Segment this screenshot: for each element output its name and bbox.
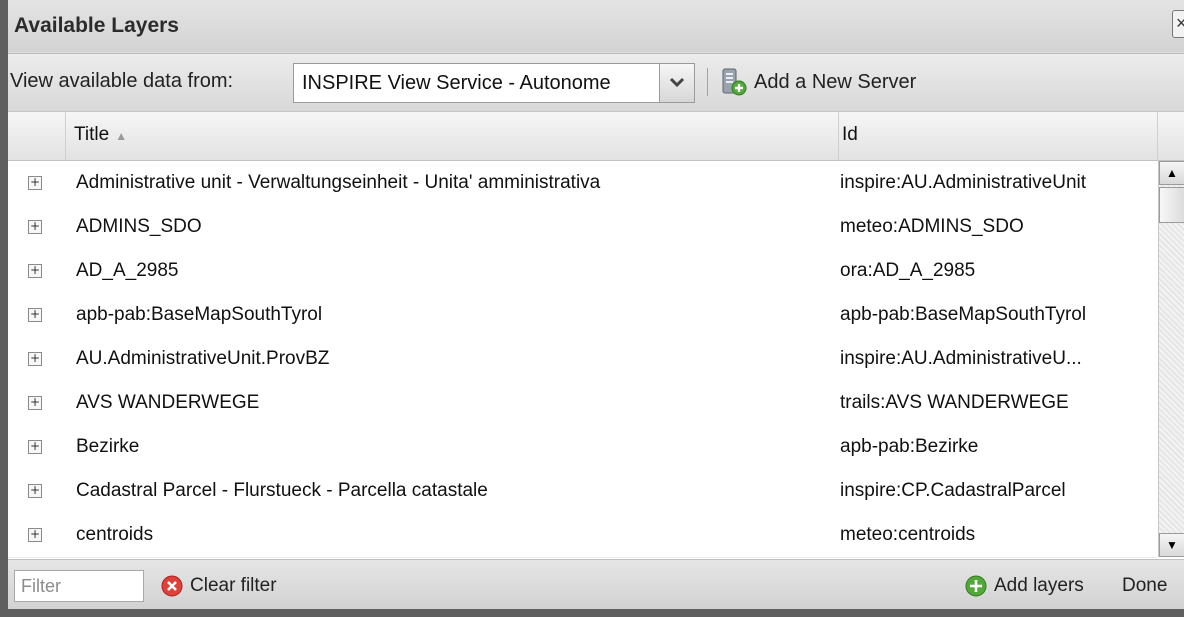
grid-header: Title ▲ Id xyxy=(8,112,1184,161)
layer-title-cell: centroids xyxy=(76,524,154,545)
add-layers-button[interactable]: Add layers xyxy=(964,572,1084,600)
toolbar: View available data from: INSPIRE View S… xyxy=(8,53,1184,113)
layer-id-cell: apb-pab:BaseMapSouthTyrol xyxy=(840,304,1087,325)
window-titlebar[interactable]: Available Layers × xyxy=(8,0,1184,52)
column-header-title[interactable]: Title ▲ xyxy=(66,112,839,160)
done-button[interactable]: Done xyxy=(1122,572,1167,600)
scrollbar-thumb[interactable] xyxy=(1159,187,1184,223)
layer-id-cell: inspire:AU.AdministrativeU... xyxy=(840,348,1082,369)
table-row[interactable]: + AVS WANDERWEGE trails:AVS WANDERWEGE xyxy=(8,381,1157,426)
add-server-button[interactable]: Add a New Server xyxy=(718,65,916,99)
expand-row-icon[interactable]: + xyxy=(28,220,42,234)
add-server-icon xyxy=(722,68,747,96)
server-select[interactable]: INSPIRE View Service - Autonome xyxy=(293,63,695,103)
server-select-trigger[interactable] xyxy=(659,64,694,102)
layer-id-cell: meteo:centroids xyxy=(840,524,976,545)
clear-icon xyxy=(161,575,183,597)
vertical-scrollbar[interactable]: ▲ ▼ xyxy=(1158,161,1184,557)
footer-toolbar: Clear filter Add layers Done xyxy=(8,559,1184,609)
table-row[interactable]: + Administrative unit - Verwaltungseinhei… xyxy=(8,161,1157,206)
layer-id-cell: ora:AD_A_2985 xyxy=(840,260,976,281)
layer-id-cell: inspire:CP.CadastralParcel xyxy=(840,480,1066,501)
layer-id-cell: meteo:ADMINS_SDO xyxy=(840,216,1024,237)
expand-row-icon[interactable]: + xyxy=(28,352,42,366)
column-header-id[interactable]: Id xyxy=(840,112,1158,160)
layer-title-cell: ADMINS_SDO xyxy=(76,216,202,237)
add-layers-label: Add layers xyxy=(994,575,1084,596)
layer-title-cell: Cadastral Parcel - Flurstueck - Parcella… xyxy=(76,480,488,501)
expand-row-icon[interactable]: + xyxy=(28,484,42,498)
server-select-label: View available data from: xyxy=(10,70,234,92)
scroll-up-arrow-icon[interactable]: ▲ xyxy=(1159,161,1184,185)
layer-id-cell: trails:AVS WANDERWEGE xyxy=(840,392,1069,413)
expand-row-icon[interactable]: + xyxy=(28,396,42,410)
layers-grid: Title ▲ Id + Administrative unit - Verwalt… xyxy=(8,111,1184,559)
available-layers-window: Available Layers × View available data f… xyxy=(8,0,1184,609)
expand-row-icon[interactable]: + xyxy=(28,176,42,190)
table-row[interactable]: + AU.AdministrativeUnit.ProvBZ inspire:AU.… xyxy=(8,337,1157,382)
expand-row-icon[interactable]: + xyxy=(28,528,42,542)
clear-filter-button[interactable]: Clear filter xyxy=(160,572,277,600)
expand-row-icon[interactable]: + xyxy=(28,308,42,322)
table-row[interactable]: + apb-pab:BaseMapSouthTyrol apb-pab:BaseMa… xyxy=(8,293,1157,338)
layer-title-cell: AVS WANDERWEGE xyxy=(76,392,260,413)
column-title-label: Title xyxy=(74,124,110,145)
close-button[interactable]: × xyxy=(1172,10,1184,38)
table-row[interactable]: + centroids meteo:centroids xyxy=(8,513,1157,558)
layer-title-cell: apb-pab:BaseMapSouthTyrol xyxy=(76,304,323,325)
layer-id-cell: inspire:AU.AdministrativeUnit xyxy=(840,172,1087,193)
layer-title-cell: Bezirke xyxy=(76,436,140,457)
layer-id-cell: apb-pab:Bezirke xyxy=(840,436,979,457)
server-select-value: INSPIRE View Service - Autonome xyxy=(302,72,611,94)
scroll-down-arrow-icon[interactable]: ▼ xyxy=(1159,533,1184,557)
add-server-label: Add a New Server xyxy=(754,70,917,93)
table-row[interactable]: + Bezirke apb-pab:Bezirke xyxy=(8,425,1157,470)
toolbar-separator xyxy=(707,68,708,96)
layer-title-cell: Administrative unit - Verwaltungseinheit… xyxy=(76,172,601,193)
chevron-down-icon xyxy=(669,77,685,88)
close-icon: × xyxy=(1176,13,1184,33)
table-row[interactable]: + Cadastral Parcel - Flurstueck - Parcell… xyxy=(8,469,1157,514)
layer-title-cell: AU.AdministrativeUnit.ProvBZ xyxy=(76,348,330,369)
filter-input[interactable] xyxy=(14,570,144,602)
expand-row-icon[interactable]: + xyxy=(28,440,42,454)
column-id-label: Id xyxy=(842,124,858,145)
add-icon xyxy=(965,575,987,597)
expand-row-icon[interactable]: + xyxy=(28,264,42,278)
done-label: Done xyxy=(1122,575,1168,596)
expander-column-header xyxy=(8,112,66,160)
layer-title-cell: AD_A_2985 xyxy=(76,260,179,281)
clear-filter-label: Clear filter xyxy=(190,575,277,596)
table-row[interactable]: + AD_A_2985 ora:AD_A_2985 xyxy=(8,249,1157,294)
table-row[interactable]: + ADMINS_SDO meteo:ADMINS_SDO xyxy=(8,205,1157,250)
sort-ascending-icon: ▲ xyxy=(115,129,128,143)
window-title: Available Layers xyxy=(14,14,179,37)
